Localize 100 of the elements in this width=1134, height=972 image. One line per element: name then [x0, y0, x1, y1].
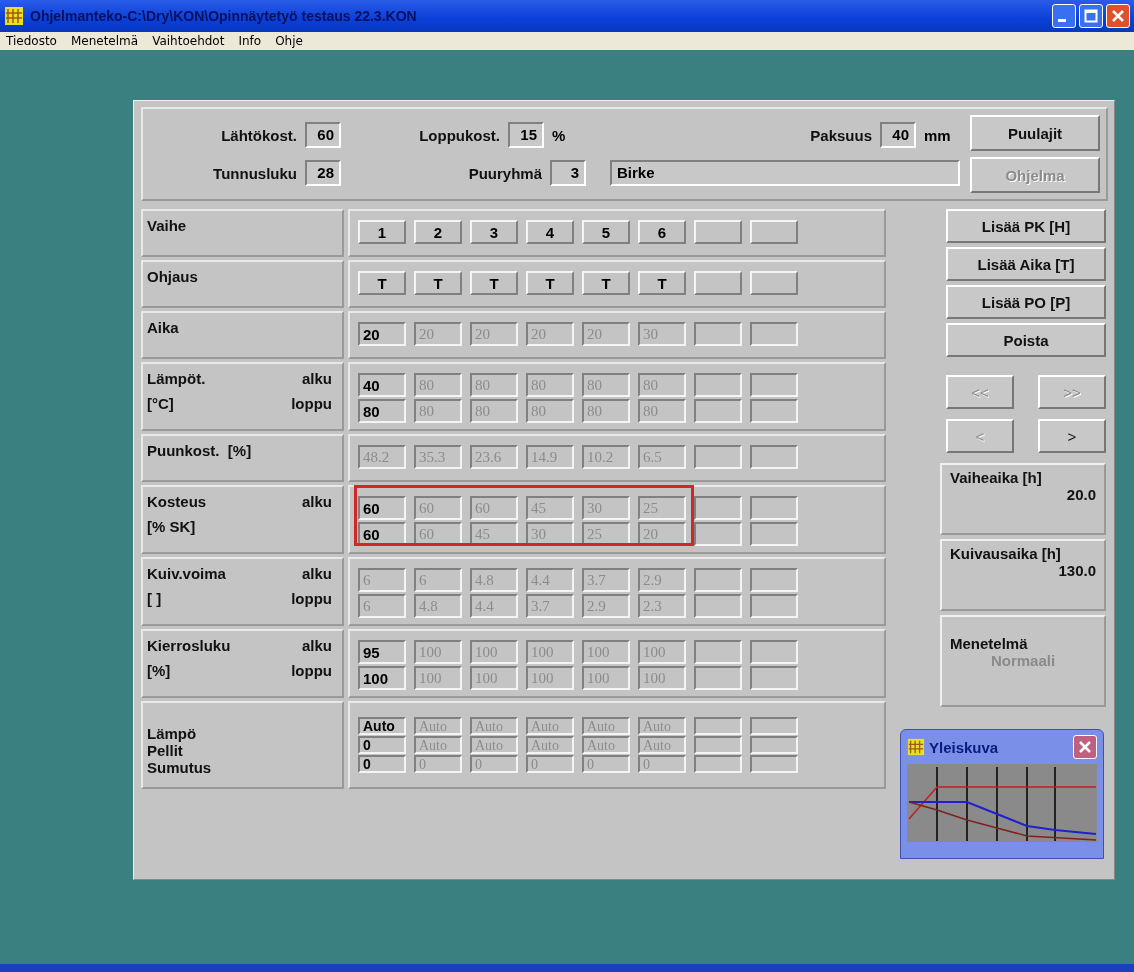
button[interactable]: Lisää PK [H]: [946, 209, 1106, 243]
row-label: [ ]: [147, 590, 162, 607]
value-field[interactable]: 60: [358, 496, 406, 520]
value-field[interactable]: [750, 445, 798, 469]
input-field[interactable]: 3: [550, 160, 586, 186]
minimize-button[interactable]: [1052, 4, 1076, 28]
maximize-icon: [1084, 9, 1098, 23]
value-field[interactable]: [750, 322, 798, 346]
app-icon: [4, 6, 24, 26]
menu-item[interactable]: Info: [238, 34, 262, 48]
value-field[interactable]: 20: [358, 322, 406, 346]
row-label: Kierrosluku: [147, 637, 231, 654]
value-field[interactable]: [694, 568, 742, 592]
step-cell: [694, 271, 742, 295]
value-field[interactable]: 80: [358, 399, 406, 423]
row-label: Kuiv.voima: [147, 565, 226, 582]
nav-button[interactable]: >: [1038, 419, 1106, 453]
close-icon: [1079, 741, 1091, 753]
menu-item[interactable]: Menetelmä: [70, 34, 139, 48]
value-field[interactable]: [694, 640, 742, 664]
row-label: Aika: [147, 319, 179, 336]
input-field[interactable]: 60: [305, 122, 341, 148]
row-label: Puunkost. [%]: [147, 442, 252, 459]
value-field[interactable]: 0: [358, 755, 406, 773]
unit-label: mm: [924, 126, 952, 144]
row-label: Pellit: [147, 742, 183, 759]
step-cell: T: [526, 271, 574, 295]
row-sublabel: alku: [302, 370, 332, 387]
row-sublabel: alku: [302, 565, 332, 582]
button[interactable]: Lisää Aika [T]: [946, 247, 1106, 281]
step-cell: 5: [582, 220, 630, 244]
row-sublabel: alku: [302, 637, 332, 654]
step-cell: [694, 220, 742, 244]
row-sublabel: loppu: [291, 590, 332, 607]
value-field[interactable]: [694, 736, 742, 754]
value-field[interactable]: [750, 736, 798, 754]
row-label: [°C]: [147, 395, 174, 412]
value-field[interactable]: [750, 666, 798, 690]
value-field[interactable]: [694, 399, 742, 423]
value-field[interactable]: [750, 496, 798, 520]
value-field[interactable]: 100: [358, 666, 406, 690]
info-value: 130.0: [1057, 562, 1096, 579]
value-field[interactable]: 95: [358, 640, 406, 664]
step-cell: [750, 220, 798, 244]
close-button[interactable]: [1073, 735, 1097, 759]
input-field[interactable]: 15: [508, 122, 544, 148]
value-field[interactable]: [750, 399, 798, 423]
value-field[interactable]: [694, 755, 742, 773]
row-sublabel: loppu: [291, 662, 332, 679]
input-field[interactable]: Birke: [610, 160, 960, 186]
value-field[interactable]: 0: [358, 736, 406, 754]
step-cell: T: [582, 271, 630, 295]
value-field[interactable]: [694, 594, 742, 618]
window-title: Yleiskuva: [929, 738, 999, 756]
menu-item[interactable]: Tiedosto: [6, 34, 57, 48]
value-field[interactable]: [750, 594, 798, 618]
row-label: [% SK]: [147, 518, 196, 535]
input-field[interactable]: 28: [305, 160, 341, 186]
value-field[interactable]: [694, 666, 742, 690]
value-field[interactable]: [750, 568, 798, 592]
close-button[interactable]: [1106, 4, 1130, 28]
minimize-icon: [1058, 18, 1066, 22]
value-field[interactable]: 40: [358, 373, 406, 397]
row-sublabel: alku: [302, 493, 332, 510]
info-value: 20.0: [1065, 486, 1096, 503]
value-field[interactable]: [694, 445, 742, 469]
button[interactable]: Puulajit: [970, 115, 1100, 151]
value-field[interactable]: [750, 522, 798, 546]
value-field[interactable]: [750, 373, 798, 397]
step-cell: 1: [358, 220, 406, 244]
button[interactable]: Poista: [946, 323, 1106, 357]
maximize-button[interactable]: [1079, 4, 1103, 28]
step-cell: 6: [638, 220, 686, 244]
app-icon: [907, 738, 925, 756]
close-icon: [1111, 9, 1125, 23]
field-label: Puuryhmä: [468, 164, 542, 182]
row-label: Kosteus: [147, 493, 207, 510]
step-cell: 3: [470, 220, 518, 244]
value-field[interactable]: Auto: [358, 717, 406, 735]
value-field[interactable]: [694, 717, 742, 735]
menu-item[interactable]: Ohje: [275, 34, 303, 48]
row-label: Lämpöt.: [147, 370, 206, 387]
value-field[interactable]: [750, 717, 798, 735]
value-field[interactable]: [750, 640, 798, 664]
button[interactable]: Lisää PO [P]: [946, 285, 1106, 319]
value-field[interactable]: [694, 322, 742, 346]
step-cell: 2: [414, 220, 462, 244]
info-label: Vaiheaika [h]: [950, 469, 1043, 486]
value-field[interactable]: [694, 522, 742, 546]
value-field[interactable]: 60: [358, 522, 406, 546]
field-label: Lähtökost.: [221, 126, 297, 144]
value-field[interactable]: [694, 373, 742, 397]
menu-item[interactable]: Vaihtoehdot: [152, 34, 225, 48]
step-cell: [750, 271, 798, 295]
info-label: Kuivausaika [h]: [950, 545, 1062, 562]
input-field[interactable]: 40: [880, 122, 916, 148]
row-label: Sumutus: [147, 759, 212, 776]
value-field[interactable]: [694, 496, 742, 520]
value-field[interactable]: [750, 755, 798, 773]
window-title: Ohjelmanteko-C:\Dry\KON\Opinnäytetyö testaus 22.3.KON: [30, 8, 417, 24]
